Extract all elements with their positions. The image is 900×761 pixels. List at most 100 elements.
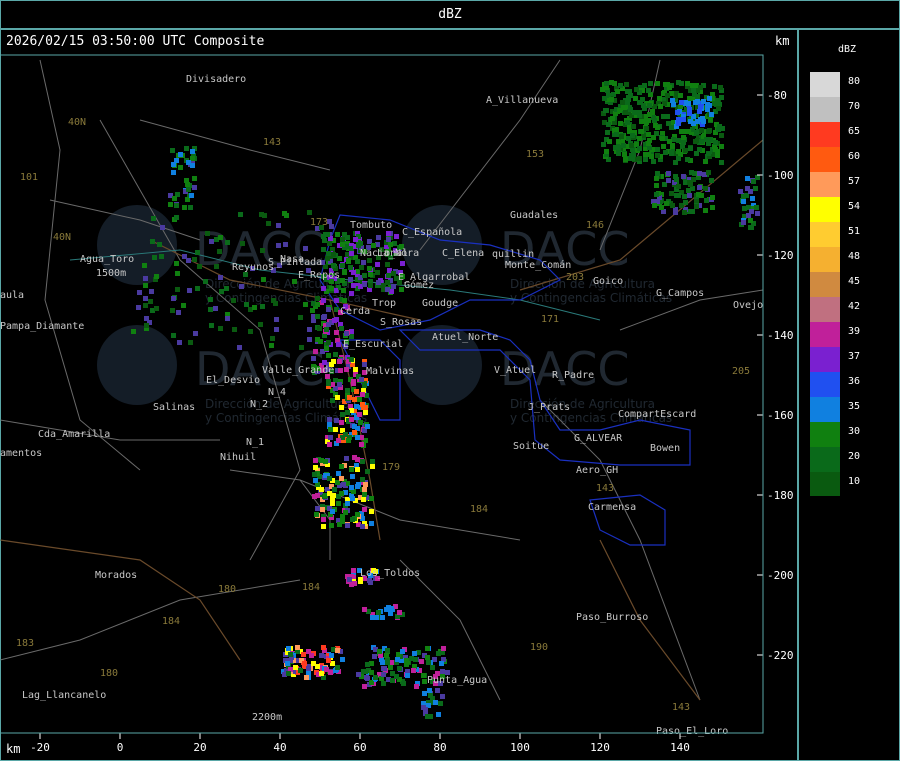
echo-cell [310, 308, 315, 313]
echo-cell [647, 103, 652, 108]
echo-cell [339, 420, 344, 425]
echo-cell [321, 247, 326, 252]
echo-cell [388, 665, 393, 670]
place-label: Gómez [404, 279, 434, 291]
echo-cell [651, 159, 656, 164]
echo-cell [360, 477, 365, 482]
echo-cell [755, 175, 760, 180]
echo-cell [676, 156, 681, 161]
echo-cell [306, 666, 311, 671]
watermark-logo [97, 325, 177, 405]
place-label: Valle_Grande [262, 365, 334, 376]
echo-cell [353, 237, 358, 242]
echo-cell [623, 110, 628, 115]
echo-cell [397, 610, 402, 615]
echo-cell [154, 306, 159, 311]
echo-cell [340, 412, 345, 417]
echo-cell [136, 305, 141, 310]
echo-cell [144, 316, 149, 321]
echo-cell [679, 100, 684, 105]
legend-swatch [810, 222, 840, 247]
echo-cell [623, 157, 628, 162]
echo-cell [663, 150, 668, 155]
echo-cell [411, 668, 416, 673]
echo-cell [315, 506, 320, 511]
place-label: Ovejo [733, 300, 763, 311]
echo-cell [143, 276, 148, 281]
echo-cell [355, 259, 360, 264]
legend-swatch [810, 372, 840, 397]
echo-cell [654, 192, 659, 197]
place-label: Cerda [340, 306, 370, 317]
echo-cell [266, 221, 271, 226]
echo-cell [333, 352, 338, 357]
echo-cell [239, 284, 244, 289]
echo-cell [609, 80, 614, 85]
echo-cell [376, 280, 381, 285]
echo-cell [699, 139, 704, 144]
legend-value: 51 [848, 226, 860, 237]
echo-cell [314, 512, 319, 517]
legend-swatch [810, 122, 840, 147]
echo-cell [326, 379, 331, 384]
echo-cell [332, 487, 337, 492]
watermark-layer: DACCDirección de Agriculturay Contingenc… [97, 205, 672, 425]
echo-cell [621, 143, 626, 148]
place-label: V_Atuel [494, 365, 536, 376]
echo-cell [334, 330, 339, 335]
echo-cell [319, 458, 324, 463]
echo-cell [642, 83, 647, 88]
echo-cell [359, 442, 364, 447]
echo-cell [350, 517, 355, 522]
echo-cell [195, 286, 200, 291]
echo-cell [440, 669, 445, 674]
echo-cell [719, 144, 724, 149]
echo-cell [319, 653, 324, 658]
echo-cell [639, 119, 644, 124]
elevation-label: 2200m [252, 712, 282, 723]
radar-map[interactable]: DACCDirección de Agriculturay Contingenc… [0, 0, 798, 761]
echo-cell [613, 145, 618, 150]
echo-cell [349, 485, 354, 490]
echo-cell [391, 284, 396, 289]
echo-cell [655, 147, 660, 152]
echo-cell [637, 113, 642, 118]
echo-cell [313, 458, 318, 463]
route-number: 171 [541, 314, 559, 325]
echo-cell [719, 95, 724, 100]
echo-cell [679, 81, 684, 86]
echo-cell [209, 323, 214, 328]
echo-cell [313, 478, 318, 483]
echo-cell [270, 336, 275, 341]
echo-cell [401, 681, 406, 686]
echo-cell [678, 93, 683, 98]
echo-cell [298, 668, 303, 673]
echo-cell [666, 178, 671, 183]
echo-cell [362, 383, 367, 388]
y-tick-label: -120 [767, 249, 794, 262]
echo-cell [634, 87, 639, 92]
place-label: Guadales [510, 210, 558, 221]
echo-cell [435, 688, 440, 693]
echo-cell [385, 280, 390, 285]
legend-swatch [810, 197, 840, 222]
echo-cell [348, 277, 353, 282]
echo-cell [225, 316, 230, 321]
echo-cell [360, 459, 365, 464]
echo-cell [361, 497, 366, 502]
legend-value: 70 [848, 101, 860, 112]
echo-cell [637, 156, 642, 161]
echo-cell [335, 232, 340, 237]
echo-cell [176, 310, 181, 315]
echo-cell [373, 675, 378, 680]
echo-cell [336, 471, 341, 476]
echo-cell [348, 265, 353, 270]
echo-cell [143, 283, 148, 288]
echo-cell [647, 112, 652, 117]
echo-cell [274, 317, 279, 322]
echo-cell [349, 467, 354, 472]
echo-cell [342, 298, 347, 303]
echo-cell [340, 657, 345, 662]
echo-cell [319, 671, 324, 676]
echo-cell [391, 271, 396, 276]
